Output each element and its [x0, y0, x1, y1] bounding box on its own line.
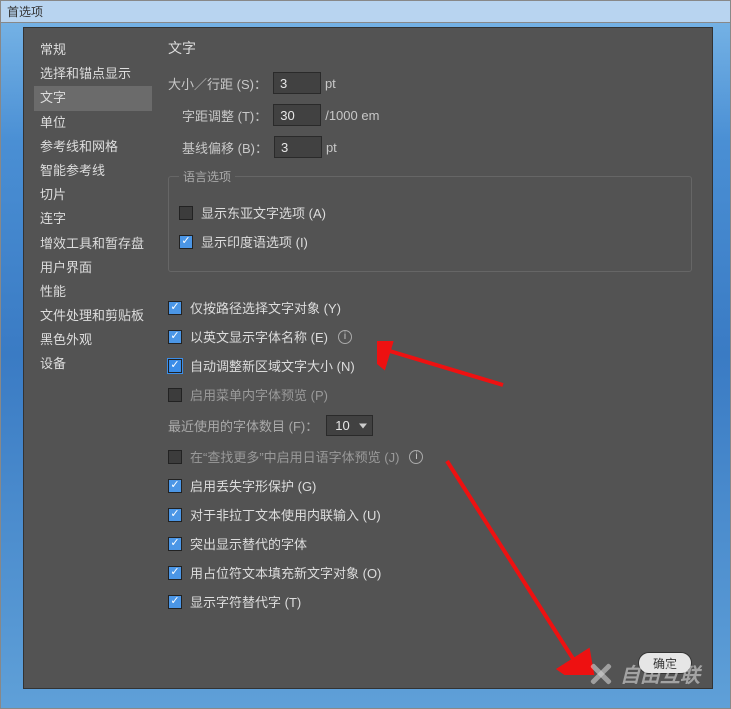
- menu-font-preview-row[interactable]: 启用菜单内字体预览 (P): [168, 385, 692, 404]
- sidebar-item-label: 文字: [40, 90, 66, 105]
- show-indic-row[interactable]: 显示印度语选项 (I): [179, 232, 681, 251]
- english-font-names-label: 以英文显示字体名称 (E): [190, 327, 328, 346]
- dialog-footer: 确定: [24, 638, 712, 688]
- baseline-row: 基线偏移 (B)： pt: [168, 136, 692, 158]
- preferences-window: 常规 选择和锚点显示 文字 单位 参考线和网格 智能参考线 切片 连字 增效工具…: [23, 27, 713, 689]
- fill-placeholder-row[interactable]: 用占位符文本填充新文字对象 (O): [168, 563, 692, 582]
- baseline-unit: pt: [326, 140, 337, 155]
- sidebar-item-label: 黑色外观: [40, 332, 92, 347]
- language-options-group: 语言选项 显示东亚文字选项 (A) 显示印度语选项 (I): [168, 168, 692, 272]
- inline-input-checkbox[interactable]: [168, 508, 182, 522]
- sidebar-item-label: 切片: [40, 187, 66, 202]
- show-east-asian-checkbox[interactable]: [179, 206, 193, 220]
- inline-input-row[interactable]: 对于非拉丁文本使用内联输入 (U): [168, 505, 692, 524]
- inline-input-label: 对于非拉丁文本使用内联输入 (U): [190, 505, 381, 524]
- sidebar-item-hyphenation[interactable]: 连字: [34, 207, 152, 231]
- path-only-row[interactable]: 仅按路径选择文字对象 (Y): [168, 298, 692, 317]
- sidebar-item-units[interactable]: 单位: [34, 111, 152, 135]
- language-options-legend: 语言选项: [179, 168, 235, 185]
- info-icon[interactable]: i: [409, 450, 423, 464]
- glyph-alternates-checkbox[interactable]: [168, 595, 182, 609]
- size-leading-label: 大小／行距 (S)：: [168, 74, 267, 93]
- english-font-names-checkbox[interactable]: [168, 330, 182, 344]
- menu-font-preview-checkbox[interactable]: [168, 388, 182, 402]
- path-only-checkbox[interactable]: [168, 301, 182, 315]
- highlight-substituted-label: 突出显示替代的字体: [190, 534, 307, 553]
- ok-button-label: 确定: [653, 655, 677, 672]
- size-leading-input[interactable]: [273, 72, 321, 94]
- sidebar-item-label: 用户界面: [40, 260, 92, 275]
- sidebar-item-ui[interactable]: 用户界面: [34, 256, 152, 280]
- path-only-label: 仅按路径选择文字对象 (Y): [190, 298, 341, 317]
- window-body: 常规 选择和锚点显示 文字 单位 参考线和网格 智能参考线 切片 连字 增效工具…: [24, 28, 712, 638]
- sidebar-item-label: 智能参考线: [40, 163, 105, 178]
- glyph-alternates-label: 显示字符替代字 (T): [190, 592, 301, 611]
- show-east-asian-label: 显示东亚文字选项 (A): [201, 203, 326, 222]
- highlight-substituted-checkbox[interactable]: [168, 537, 182, 551]
- japanese-find-more-label: 在“查找更多”中启用日语字体预览 (J): [190, 447, 399, 466]
- sidebar-item-label: 连字: [40, 211, 66, 226]
- auto-resize-area-type-row[interactable]: 自动调整新区域文字大小 (N): [168, 356, 692, 375]
- ok-button[interactable]: 确定: [638, 652, 692, 674]
- size-leading-row: 大小／行距 (S)： pt: [168, 72, 692, 94]
- sidebar-item-appearance-of-black[interactable]: 黑色外观: [34, 328, 152, 352]
- missing-glyph-checkbox[interactable]: [168, 479, 182, 493]
- sidebar-item-general[interactable]: 常规: [34, 38, 152, 62]
- baseline-label: 基线偏移 (B)：: [182, 138, 268, 157]
- show-indic-label: 显示印度语选项 (I): [201, 232, 308, 251]
- sidebar-item-smart-guides[interactable]: 智能参考线: [34, 159, 152, 183]
- sidebar-item-guides-grid[interactable]: 参考线和网格: [34, 135, 152, 159]
- missing-glyph-label: 启用丢失字形保护 (G): [190, 476, 316, 495]
- settings-panel: 文字 大小／行距 (S)： pt 字距调整 (T)： /1000 em 基线偏移…: [152, 38, 702, 638]
- sidebar-item-slice[interactable]: 切片: [34, 183, 152, 207]
- chevron-down-icon: [359, 423, 367, 428]
- sidebar-item-label: 设备: [40, 356, 66, 371]
- window-titlebar: 首选项: [1, 1, 730, 23]
- tracking-unit: /1000 em: [325, 108, 379, 123]
- info-icon[interactable]: i: [338, 330, 352, 344]
- sidebar-item-selection-anchor[interactable]: 选择和锚点显示: [34, 62, 152, 86]
- sidebar-item-type[interactable]: 文字: [34, 86, 152, 110]
- show-east-asian-row[interactable]: 显示东亚文字选项 (A): [179, 203, 681, 222]
- category-sidebar: 常规 选择和锚点显示 文字 单位 参考线和网格 智能参考线 切片 连字 增效工具…: [34, 38, 152, 638]
- tracking-input[interactable]: [273, 104, 321, 126]
- show-indic-checkbox[interactable]: [179, 235, 193, 249]
- sidebar-item-performance[interactable]: 性能: [34, 280, 152, 304]
- window-title: 首选项: [7, 3, 43, 20]
- recent-fonts-row: 最近使用的字体数目 (F)： 10: [168, 416, 692, 435]
- fill-placeholder-checkbox[interactable]: [168, 566, 182, 580]
- tracking-row: 字距调整 (T)： /1000 em: [168, 104, 692, 126]
- japanese-find-more-checkbox[interactable]: [168, 450, 182, 464]
- tracking-label: 字距调整 (T)：: [182, 106, 267, 125]
- fill-placeholder-label: 用占位符文本填充新文字对象 (O): [190, 563, 381, 582]
- page-title: 文字: [168, 38, 692, 58]
- sidebar-item-devices[interactable]: 设备: [34, 352, 152, 376]
- sidebar-item-label: 单位: [40, 115, 66, 130]
- baseline-input[interactable]: [274, 136, 322, 158]
- sidebar-item-label: 增效工具和暂存盘: [40, 236, 144, 251]
- auto-resize-area-type-label: 自动调整新区域文字大小 (N): [190, 356, 355, 375]
- recent-fonts-select[interactable]: 10: [326, 418, 372, 433]
- auto-resize-area-type-checkbox[interactable]: [168, 359, 182, 373]
- sidebar-item-plugins-scratch[interactable]: 增效工具和暂存盘: [34, 232, 152, 256]
- missing-glyph-row[interactable]: 启用丢失字形保护 (G): [168, 476, 692, 495]
- sidebar-item-label: 性能: [40, 284, 66, 299]
- sidebar-item-label: 选择和锚点显示: [40, 66, 131, 81]
- english-font-names-row[interactable]: 以英文显示字体名称 (E) i: [168, 327, 692, 346]
- sidebar-item-label: 常规: [40, 42, 66, 57]
- highlight-substituted-row[interactable]: 突出显示替代的字体: [168, 534, 692, 553]
- recent-fonts-label: 最近使用的字体数目 (F)：: [168, 416, 318, 435]
- glyph-alternates-row[interactable]: 显示字符替代字 (T): [168, 592, 692, 611]
- size-leading-unit: pt: [325, 76, 336, 91]
- japanese-find-more-row[interactable]: 在“查找更多”中启用日语字体预览 (J) i: [168, 447, 692, 466]
- sidebar-item-label: 参考线和网格: [40, 139, 118, 154]
- sidebar-item-filehandling-clipboard[interactable]: 文件处理和剪贴板: [34, 304, 152, 328]
- sidebar-item-label: 文件处理和剪贴板: [40, 308, 144, 323]
- menu-font-preview-label: 启用菜单内字体预览 (P): [190, 385, 328, 404]
